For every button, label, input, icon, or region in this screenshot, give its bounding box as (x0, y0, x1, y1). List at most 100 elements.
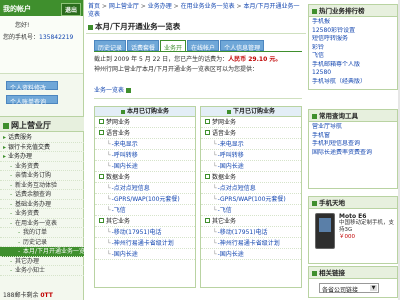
logout-button[interactable]: 退出 (60, 3, 81, 16)
category-row[interactable]: 数据业务 (95, 172, 195, 183)
province-links-select[interactable]: 各省公司链接 ▼ (319, 283, 379, 294)
breadcrumb-link[interactable]: 首页 (88, 3, 100, 10)
service-label[interactable]: -国内长途 (112, 163, 138, 170)
menu-item-label[interactable]: 话费服务 (8, 134, 32, 141)
business-list-link[interactable]: 业务一览表 (94, 85, 132, 94)
category-label[interactable]: 其它业务 (106, 218, 130, 225)
service-row[interactable]: └-呼叫转移 (201, 150, 301, 161)
tab[interactable]: 话费套餐 (127, 40, 160, 52)
tab[interactable]: 个人信息管理 (220, 40, 265, 52)
hot-service-link[interactable]: 手机报 (312, 18, 394, 27)
service-label[interactable]: -国内长途 (112, 251, 138, 258)
breadcrumb-link[interactable]: 在用业务业务一览表 (181, 3, 235, 10)
category-row[interactable]: 数据业务 (201, 172, 301, 183)
province-links-select-value[interactable]: 各省公司链接 (322, 287, 358, 294)
service-label[interactable]: -国内长途 (218, 163, 244, 170)
menu-item-label[interactable]: 本月/下月开通业务一览表 (23, 248, 84, 255)
service-row[interactable]: └-飞信 (201, 205, 301, 216)
business-list-link-text[interactable]: 业务一览表 (94, 87, 124, 94)
service-row[interactable]: └-来电显示 (95, 139, 195, 150)
service-label[interactable]: -呼叫转移 (112, 152, 138, 159)
menu-item-label[interactable]: 新业务互动体验 (15, 182, 57, 189)
category-label[interactable]: 数据业务 (212, 174, 236, 181)
menu-item-label[interactable]: 基础业务办理 (15, 201, 51, 208)
breadcrumb-link[interactable]: 业务办理 (148, 3, 172, 10)
query-tool-link[interactable]: 手机窗 (312, 132, 394, 141)
tab[interactable]: 业务开 (160, 40, 187, 52)
menu-item[interactable]: - 历史记录 (0, 238, 84, 247)
service-row[interactable]: └-国内长途 (201, 249, 301, 260)
menu-item[interactable]: -本月/下月开通业务一览表 (0, 247, 84, 257)
category-row[interactable]: 其它业务 (201, 216, 301, 227)
menu-item[interactable]: ▸ 银行卡充值交费 (0, 143, 84, 152)
category-row[interactable]: 其它业务 (95, 216, 195, 227)
menu-item[interactable]: - 话费余额查询 (0, 190, 84, 200)
service-row[interactable]: └-点对点短信息 (201, 183, 301, 194)
menu-item-label[interactable]: 我的订单 (23, 229, 47, 236)
menu-item[interactable]: ▸ 业务办理 (0, 152, 84, 162)
hot-service-link[interactable]: 飞信 (312, 52, 394, 61)
service-row[interactable]: └-国内长途 (201, 161, 301, 172)
menu-item-label[interactable]: 业务资费 (15, 163, 39, 170)
service-row[interactable]: └-飞信 (95, 205, 195, 216)
category-label[interactable]: 梦网业务 (106, 119, 130, 126)
menu-item-label[interactable]: 业务资费 (15, 210, 39, 217)
category-label[interactable]: 数据业务 (106, 174, 130, 181)
hot-service-link[interactable]: 手机邮箱尊个人版 (312, 61, 394, 70)
query-tool-link[interactable]: 手机利短信息查询 (312, 140, 394, 149)
service-row[interactable]: └-来电显示 (201, 139, 301, 150)
menu-item[interactable]: - 业务资费 (0, 162, 84, 171)
go-arrow-icon[interactable] (126, 88, 132, 93)
menu-item[interactable]: - 亲情业务订购 (0, 171, 84, 181)
hot-service-link[interactable]: 彩铃 (312, 44, 394, 53)
menu-item-label[interactable]: 业务办理 (8, 153, 32, 160)
menu-item[interactable]: - 业务资费 (0, 209, 84, 219)
menu-item-label[interactable]: 在用业务一览表 (15, 220, 57, 227)
service-label[interactable]: -神州行易通卡省级计划 (112, 240, 174, 247)
service-row[interactable]: └-神州行易通卡省级计划 (201, 238, 301, 249)
menu-item[interactable]: - 新业务互动体验 (0, 181, 84, 190)
category-row[interactable]: 语音业务 (201, 128, 301, 139)
service-row[interactable]: └-GPRS/WAP(100元套餐) (201, 194, 301, 205)
tab[interactable]: 在线帐户 (187, 40, 220, 52)
phone-model[interactable]: Moto E6 (339, 213, 397, 220)
menu-item[interactable]: - 其它办理 (0, 257, 84, 266)
service-row[interactable]: └-神州行易通卡省级计划 (95, 238, 195, 249)
hot-service-link[interactable]: 12580 (312, 69, 394, 78)
service-label[interactable]: -点对点短信息 (112, 185, 150, 192)
menu-item-label[interactable]: 银行卡充值交费 (8, 144, 50, 151)
service-label[interactable]: -国内长途 (218, 251, 244, 258)
hot-service-link[interactable]: 短信呼转服务 (312, 35, 394, 44)
menu-item[interactable]: - 在用业务一览表 (0, 219, 84, 228)
service-row[interactable]: └-点对点短信息 (95, 183, 195, 194)
category-label[interactable]: 梦网业务 (212, 119, 236, 126)
query-tool-link[interactable]: 营业厅导航 (312, 123, 394, 132)
hot-service-link[interactable]: 12580彩铃设置 (312, 27, 394, 36)
service-row[interactable]: └-国内长途 (95, 161, 195, 172)
menu-item[interactable]: ▸ 话费服务 (0, 133, 84, 143)
service-row[interactable]: └-GPRS/WAP(100元套餐) (95, 194, 195, 205)
service-row[interactable]: └-移动(17951)电话 (95, 227, 195, 238)
service-label[interactable]: -飞信 (112, 207, 126, 214)
category-label[interactable]: 其它业务 (212, 218, 236, 225)
service-label[interactable]: -飞信 (218, 207, 232, 214)
breadcrumb-link[interactable]: 网上营业厅 (109, 3, 139, 10)
menu-item-label[interactable]: 亲情业务订购 (15, 172, 51, 179)
service-label[interactable]: -移动(17951)电话 (218, 229, 268, 236)
menu-item[interactable]: - 业务小知士 (0, 266, 84, 276)
menu-item[interactable]: - 我的订单 (0, 228, 84, 238)
service-row[interactable]: └-国内长途 (95, 249, 195, 260)
category-label[interactable]: 语音业务 (106, 130, 130, 137)
phone-promo[interactable]: Moto E6 中国移动定制手机，支持3G ￥000 (339, 213, 397, 241)
service-row[interactable]: └-移动(17951)电话 (201, 227, 301, 238)
query-tool-link[interactable]: 国际长途费率资费查询 (312, 149, 394, 158)
service-label[interactable]: -呼叫转移 (218, 152, 244, 159)
service-label[interactable]: -来电显示 (218, 141, 244, 148)
menu-item-label[interactable]: 其它办理 (15, 258, 39, 265)
bill-query-button[interactable]: 个人账单查询 (6, 95, 58, 106)
category-row[interactable]: 梦网业务 (95, 117, 195, 128)
service-row[interactable]: └-呼叫转移 (95, 150, 195, 161)
hot-service-link[interactable]: 手机导航（经典版） (312, 78, 394, 87)
service-label[interactable]: -点对点短信息 (218, 185, 256, 192)
service-label[interactable]: -神州行易通卡省级计划 (218, 240, 280, 247)
